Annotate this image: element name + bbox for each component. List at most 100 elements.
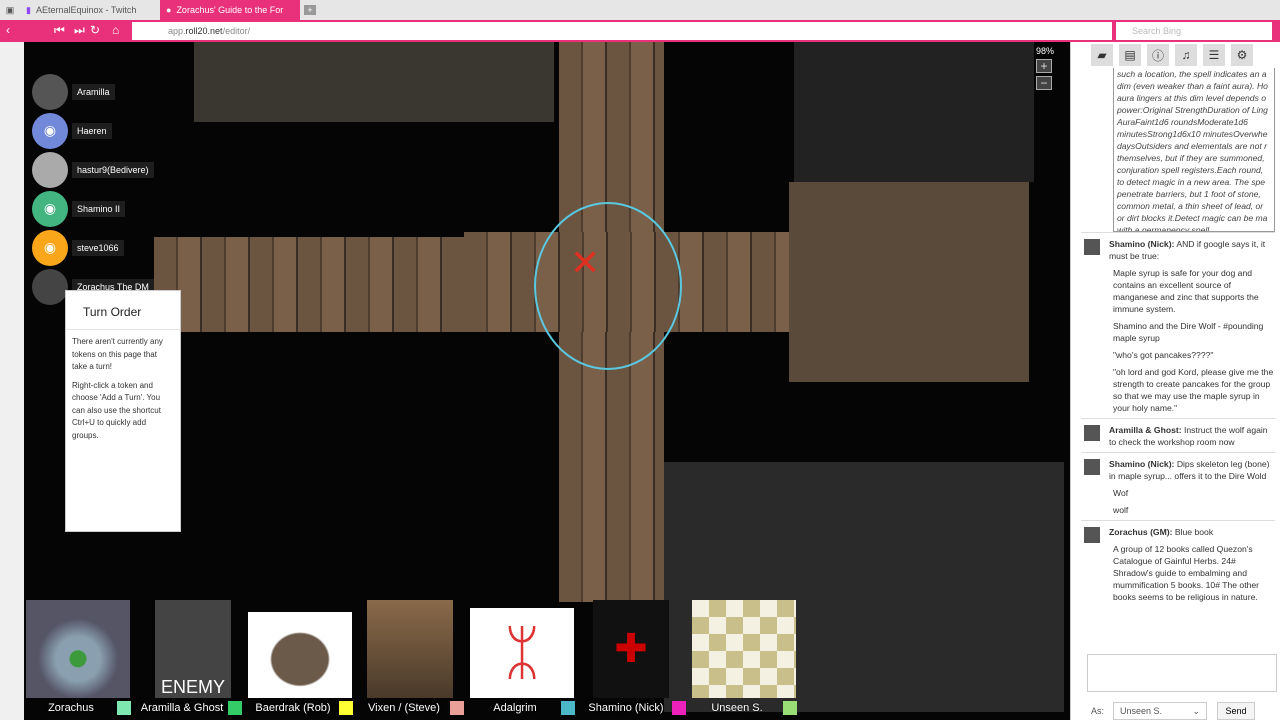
speak-as-select[interactable]: Unseen S. ⌄ xyxy=(1113,702,1207,720)
message-author: Shamino (Nick): xyxy=(1109,459,1175,469)
portrait-vixen[interactable]: Vixen / (Steve) xyxy=(357,594,468,720)
player-portraits-bar: Zorachus ENEMY Aramilla & Ghost Baerdrak … xyxy=(24,594,801,720)
player-color-swatch[interactable] xyxy=(783,701,797,715)
speak-as-label: As: xyxy=(1091,706,1105,716)
portrait-baerdrak[interactable]: Baerdrak (Rob) xyxy=(246,594,357,720)
zoom-in-button[interactable]: + xyxy=(1035,59,1052,73)
player-color-swatch[interactable] xyxy=(339,701,353,715)
map-corridor-west xyxy=(154,237,464,332)
player-aramilla[interactable]: Aramilla xyxy=(32,72,154,111)
chat-message: Aramilla & Ghost: Instruct the wolf agai… xyxy=(1081,418,1275,452)
portrait-adalgrim[interactable]: ᛯ Adalgrim xyxy=(468,594,579,720)
map-room-north xyxy=(794,42,1034,182)
turn-order-panel[interactable]: Turn Order There aren't currently any to… xyxy=(65,290,181,532)
tab-roll20[interactable]: ● Zorachus' Guide to the For xyxy=(160,0,300,20)
message-line: "oh lord and god Kord, please give me th… xyxy=(1113,367,1274,413)
art-library-tab-icon[interactable]: ▤ xyxy=(1119,44,1141,66)
right-sidebar: ▰ ▤ ⓘ ♫ ☰ ⚙ such a location, the spell i… xyxy=(1070,42,1280,720)
spell-line: or dirt blocks it.Detect magic can be ma xyxy=(1117,213,1268,223)
map-workshop-room xyxy=(789,182,1029,382)
message-text: Blue book xyxy=(1174,527,1214,537)
url-field[interactable]: app. roll20.net/editor/ xyxy=(132,22,1112,40)
left-toolbar xyxy=(0,42,24,720)
new-tab-button[interactable]: + xyxy=(304,5,316,15)
portrait-image xyxy=(367,600,453,698)
portrait-image xyxy=(248,612,352,698)
settings-gear-icon[interactable]: ⚙ xyxy=(1231,44,1253,66)
player-list: Aramilla ◉ Haeren hastur9(Bedivere) ◉ Sham… xyxy=(32,72,154,306)
spell-line: penetrate barriers, but 1 foot of stone, xyxy=(1117,189,1261,199)
spell-description: such a location, the spell indicates an … xyxy=(1113,68,1275,232)
discord-icon: ◉ xyxy=(32,190,68,227)
turn-order-text: There aren't currently any tokens on thi… xyxy=(72,337,163,371)
macros-list-tab-icon[interactable]: ☰ xyxy=(1203,44,1225,66)
browser-tab-bar: ▣ ▮ AEternalEquinox - Twitch ● Zorachus' G… xyxy=(0,0,1280,20)
chat-message: Shamino (Nick): Dips skeleton leg (bone)… xyxy=(1081,452,1275,520)
portrait-image xyxy=(692,600,796,698)
drawn-circle xyxy=(534,202,682,370)
spell-line: conjuration spell registers.Each round, xyxy=(1117,165,1264,175)
zoom-level: 98% xyxy=(1035,46,1054,56)
spell-line: with a permanency spell. xyxy=(1117,225,1212,232)
fast-forward-icon[interactable]: ⏭ xyxy=(74,23,85,38)
portrait-shamino[interactable]: ✚ Shamino (Nick) xyxy=(579,594,690,720)
chevron-down-icon: ⌄ xyxy=(1192,706,1200,716)
spell-line: aura lingers at this dim level depends o xyxy=(1117,93,1267,103)
player-color-swatch[interactable] xyxy=(672,701,686,715)
discord-icon: ◉ xyxy=(32,112,68,149)
twitch-icon: ▮ xyxy=(26,4,31,15)
journal-info-tab-icon[interactable]: ⓘ xyxy=(1147,44,1169,66)
message-author: Zorachus (GM): xyxy=(1109,527,1173,537)
spell-line: minutesStrong1d6x10 minutesOverwhe xyxy=(1117,129,1268,139)
player-steve[interactable]: ◉ steve1066 xyxy=(32,228,154,267)
message-line: "who's got pancakes????" xyxy=(1113,350,1214,360)
spell-line: dim (even weaker than a faint aura). Ho xyxy=(1117,81,1268,91)
message-line: Shamino and the Dire Wolf - #pounding ma… xyxy=(1113,321,1264,343)
player-hastur9[interactable]: hastur9(Bedivere) xyxy=(32,150,154,189)
message-line: Maple syrup is safe for your dog and con… xyxy=(1113,268,1259,314)
tab-twitch[interactable]: ▮ AEternalEquinox - Twitch xyxy=(20,0,160,20)
zoom-control: 98% + − xyxy=(1035,46,1054,90)
vivaldi-menu-icon[interactable]: ▣ xyxy=(0,5,20,16)
reload-icon[interactable]: ↻ xyxy=(90,23,100,37)
spell-line: power:Original StrengthDuration of Ling xyxy=(1117,105,1268,115)
home-icon[interactable]: ⌂ xyxy=(112,23,119,37)
send-button[interactable]: Send xyxy=(1217,702,1255,720)
player-shamino[interactable]: ◉ Shamino II xyxy=(32,189,154,228)
portrait-unseen[interactable]: Unseen S. xyxy=(690,594,801,720)
sidebar-tabs: ▰ ▤ ⓘ ♫ ☰ ⚙ xyxy=(1071,42,1280,68)
octopus-image: ᛯ xyxy=(470,608,574,698)
avatar xyxy=(1084,459,1100,475)
portrait-image xyxy=(26,600,130,698)
zoom-out-button[interactable]: − xyxy=(1035,76,1052,90)
player-color-swatch[interactable] xyxy=(228,701,242,715)
map-room xyxy=(194,42,554,122)
avatar xyxy=(32,73,68,110)
chat-input[interactable] xyxy=(1087,654,1277,692)
avatar xyxy=(1084,425,1100,441)
rewind-icon[interactable]: ⏮ xyxy=(54,23,65,38)
spell-line: such a location, the spell indicates an … xyxy=(1117,69,1267,79)
message-line: A group of 12 books called Quezon's Cata… xyxy=(1113,544,1260,602)
portrait-image: ENEMY xyxy=(155,600,231,698)
portrait-zorachus[interactable]: Zorachus xyxy=(24,594,135,720)
message-line: wolf xyxy=(1113,505,1129,515)
player-color-swatch[interactable] xyxy=(117,701,131,715)
chat-message: Zorachus (GM): Blue book A group of 12 bo… xyxy=(1081,520,1275,607)
jukebox-tab-icon[interactable]: ♫ xyxy=(1175,44,1197,66)
message-line: Wof xyxy=(1113,488,1129,498)
discord-icon: ◉ xyxy=(32,229,68,266)
chat-tab-icon[interactable]: ▰ xyxy=(1091,44,1113,66)
portrait-aramilla[interactable]: ENEMY Aramilla & Ghost xyxy=(135,594,246,720)
player-color-swatch[interactable] xyxy=(450,701,464,715)
chat-message: Shamino (Nick): AND if google says it, i… xyxy=(1081,232,1275,418)
player-color-swatch[interactable] xyxy=(561,701,575,715)
player-haeren[interactable]: ◉ Haeren xyxy=(32,111,154,150)
portrait-image: ✚ xyxy=(593,600,669,698)
search-field[interactable]: Search Bing xyxy=(1116,22,1272,40)
back-icon[interactable]: ‹ xyxy=(6,23,10,37)
chat-log[interactable]: such a location, the spell indicates an … xyxy=(1081,68,1275,648)
turn-order-hint: Right-click a token and choose 'Add a Tu… xyxy=(72,380,161,440)
roll20-icon: ● xyxy=(166,5,172,15)
message-author: Aramilla & Ghost: xyxy=(1109,425,1182,435)
